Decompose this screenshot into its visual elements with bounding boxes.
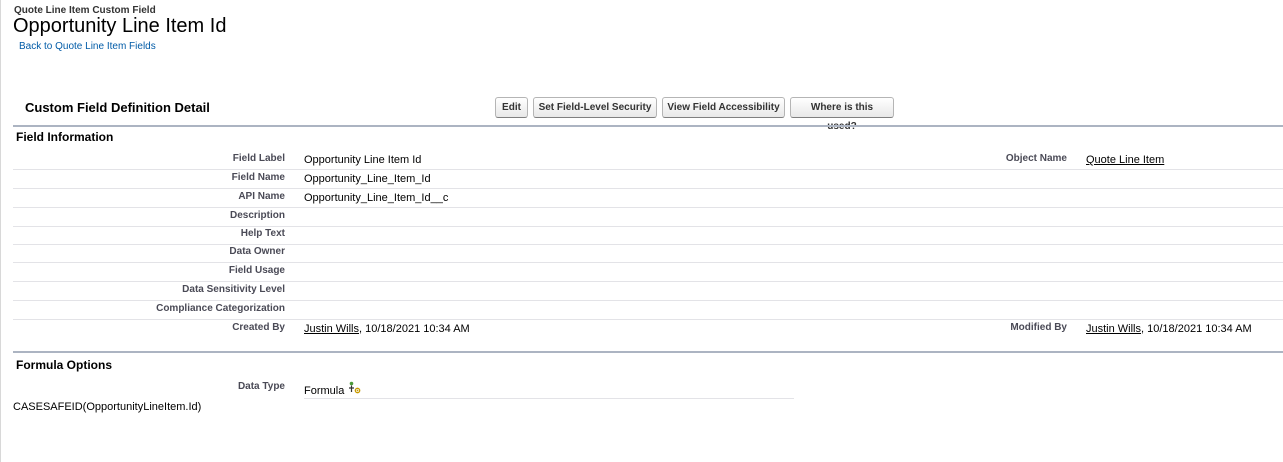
set-field-level-security-button[interactable]: Set Field-Level Security — [533, 97, 657, 118]
created-by-value: Justin Wills, 10/18/2021 10:34 AM — [304, 323, 470, 335]
object-name-value: Quote Line Item — [1086, 154, 1164, 166]
field-name-row: Field Name Opportunity_Line_Item_Id — [13, 169, 1283, 189]
data-type-label: Data Type — [237, 381, 285, 392]
field-name-value: Opportunity_Line_Item_Id — [304, 173, 431, 185]
data-owner-label: Data Owner — [229, 246, 285, 257]
detail-section-title: Custom Field Definition Detail — [25, 100, 210, 115]
data-sensitivity-row: Data Sensitivity Level — [13, 281, 1283, 301]
data-owner-row: Data Owner — [13, 243, 1283, 263]
edit-button[interactable]: Edit — [495, 97, 528, 118]
compliance-categorization-row: Compliance Categorization — [13, 300, 1283, 320]
modified-by-date: , 10/18/2021 10:34 AM — [1141, 323, 1252, 335]
help-text-label: Help Text — [240, 228, 285, 239]
data-type-text: Formula — [304, 384, 345, 397]
data-type-row: Data Type Formula — [13, 378, 1283, 397]
formula-expression: CASESAFEID(OpportunityLineItem.Id) — [13, 401, 202, 413]
api-name-value: Opportunity_Line_Item_Id__c — [304, 192, 449, 204]
modified-by-user-link[interactable]: Justin Wills — [1086, 323, 1141, 335]
api-name-row: API Name Opportunity_Line_Item_Id__c — [13, 188, 1283, 208]
data-sensitivity-label: Data Sensitivity Level — [182, 284, 285, 295]
field-usage-label: Field Usage — [228, 265, 285, 276]
formula-icon — [348, 381, 361, 397]
object-name-label: Object Name — [1005, 153, 1067, 164]
object-name-link[interactable]: Quote Line Item — [1086, 154, 1164, 166]
created-by-label: Created By — [232, 322, 285, 333]
back-to-fields-link[interactable]: Back to Quote Line Item Fields — [19, 41, 156, 52]
modified-by-label: Modified By — [1010, 322, 1067, 333]
field-information-divider — [13, 125, 1283, 127]
page-title: Opportunity Line Item Id — [13, 15, 227, 37]
modified-by-value: Justin Wills, 10/18/2021 10:34 AM — [1086, 323, 1252, 335]
field-information-title: Field Information — [16, 130, 114, 144]
api-name-label: API Name — [238, 191, 285, 202]
created-modified-row: Created By Justin Wills, 10/18/2021 10:3… — [13, 319, 1283, 338]
field-label-value: Opportunity Line Item Id — [304, 154, 422, 166]
formula-options-title: Formula Options — [16, 358, 112, 372]
left-border — [0, 0, 1, 462]
view-field-accessibility-button[interactable]: View Field Accessibility — [662, 97, 785, 118]
compliance-categorization-label: Compliance Categorization — [156, 303, 285, 314]
where-is-this-used-button[interactable]: Where is this used? — [790, 97, 894, 132]
help-text-row: Help Text — [13, 225, 1283, 245]
description-row: Description — [13, 207, 1283, 227]
field-usage-row: Field Usage — [13, 262, 1283, 282]
data-type-value: Formula — [304, 381, 361, 399]
formula-divider — [304, 398, 794, 399]
description-label: Description — [229, 210, 285, 221]
field-name-label: Field Name — [231, 172, 285, 183]
created-by-user-link[interactable]: Justin Wills — [304, 323, 359, 335]
formula-options-divider — [13, 351, 1283, 353]
field-label-label: Field Label — [232, 153, 285, 164]
field-label-row: Field Label Opportunity Line Item Id Obj… — [13, 150, 1283, 170]
created-by-date: , 10/18/2021 10:34 AM — [359, 323, 470, 335]
